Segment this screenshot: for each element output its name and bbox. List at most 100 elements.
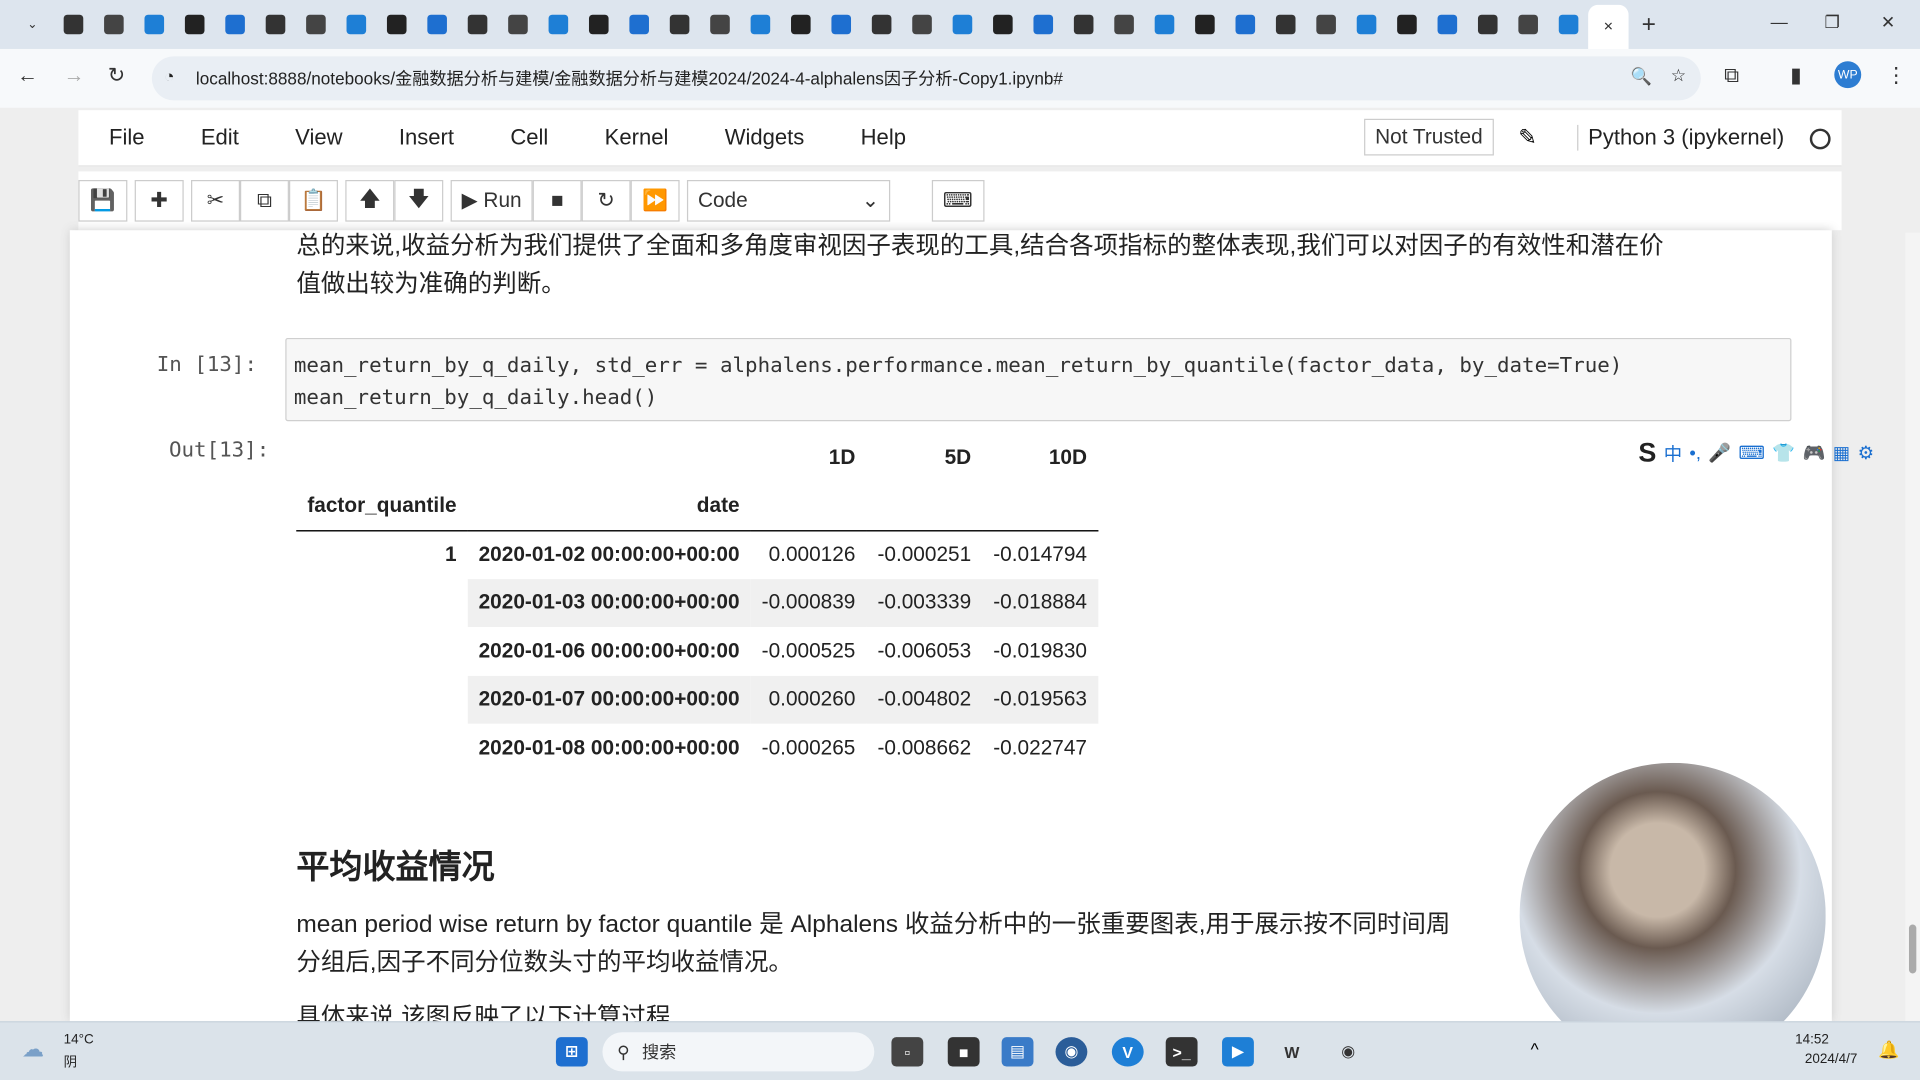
copilot-tab-icon[interactable] [53,6,93,43]
cell-type-select[interactable]: Code ⌄ [686,180,891,222]
more-menu-icon[interactable]: ⋮ [1886,64,1907,88]
code-cell-input[interactable]: mean_return_by_q_daily, std_err = alphal… [285,337,1792,422]
not-trusted-button[interactable]: Not Trusted [1364,118,1494,156]
github-tab-icon[interactable] [982,6,1022,43]
window-minimize-button[interactable]: — [1771,12,1788,32]
chevron-down-tab-icon[interactable]: ⌄ [12,6,52,43]
save-button[interactable]: 💾 [78,180,128,222]
jupyter-active-tab-icon[interactable]: ✕ [1588,4,1629,49]
back-icon[interactable]: ← [17,64,38,88]
clock-date[interactable]: 2024/4/7 [1805,1052,1857,1067]
app-icon[interactable]: ■ [947,1037,980,1067]
edge-tab-icon[interactable] [1144,6,1184,43]
github-tab-icon[interactable] [1022,6,1062,43]
media-player-icon[interactable]: ▶ [1222,1037,1254,1067]
openai-tab-icon[interactable] [133,6,173,43]
book-tab-icon[interactable] [942,6,982,43]
page-scrollbar[interactable] [1905,232,1920,1022]
zhihu-tab-icon[interactable] [1184,6,1224,43]
paste-button[interactable]: 📋 [288,180,338,222]
c-tab-icon[interactable] [1063,6,1103,43]
loading-tab-icon[interactable] [1467,6,1507,43]
doc-tab-icon[interactable] [861,6,901,43]
run-button[interactable]: ▶ Run [450,180,533,222]
sidebar-icon[interactable]: ▮ [1790,64,1801,88]
bilibili-tab-icon[interactable] [416,6,456,43]
kernel-name[interactable]: Python 3 (ipykernel) [1577,124,1784,151]
menu-insert[interactable]: Insert [371,125,482,151]
url-input[interactable]: ◔ localhost:8888/notebooks/金融数据分析与建模/金融数… [151,56,1701,101]
zhihu-tab-icon[interactable] [1265,6,1305,43]
menu-widgets[interactable]: Widgets [697,125,833,151]
profile-avatar[interactable]: WP [1834,61,1862,89]
edge-tab-icon[interactable] [1386,6,1426,43]
notification-bell-icon[interactable]: 🔔 [1878,1040,1899,1061]
chrome-icon[interactable]: ◉ [1055,1037,1088,1067]
github-tab-icon[interactable] [214,6,254,43]
move-down-button[interactable]: 🡇 [394,180,444,222]
c-tab-icon[interactable] [1103,6,1143,43]
taskbar-search[interactable]: ⚲ 搜索 [602,1032,875,1072]
wps-icon[interactable]: W [1276,1037,1308,1066]
ime-tool-icon[interactable]: ▦ [1833,442,1850,464]
note-tab-icon[interactable] [1548,6,1588,43]
a-tab-icon[interactable] [376,6,416,43]
menu-file[interactable]: File [81,125,173,151]
zhihu-tab-icon[interactable] [1224,6,1264,43]
site-info-icon[interactable]: ◔ [164,66,174,86]
google-tab-icon[interactable] [780,6,820,43]
recorder-icon[interactable]: ◉ [1332,1037,1364,1066]
new-tab-button[interactable]: + [1629,6,1669,43]
ime-tool-icon[interactable]: 👕 [1772,442,1795,464]
flower-tab-icon[interactable] [740,6,780,43]
cut-button[interactable]: ✂ [191,180,241,222]
restart-button[interactable]: ↻ [581,180,631,222]
markdown-cell-summary[interactable]: 总的来说,收益分析为我们提供了全面和多角度审视因子表现的工具,结合各项指标的整体… [296,228,1663,304]
scrollbar-thumb[interactable] [1908,924,1917,974]
translate-tab-icon[interactable] [901,6,941,43]
menu-view[interactable]: View [267,125,371,151]
start-windows-icon[interactable]: ⊞ [555,1037,588,1067]
github-tab-icon[interactable] [1305,6,1345,43]
tray-chevron-up-icon[interactable]: ^ [1531,1040,1539,1060]
note-tab-icon[interactable] [1507,6,1547,43]
restart-run-all-button[interactable]: ⏩ [630,180,680,222]
clock-time[interactable]: 14:52 [1795,1032,1829,1047]
ime-tool-icon[interactable]: •, [1689,443,1701,464]
edit-pencil-icon[interactable]: ✎ [1518,125,1536,151]
command-palette-button[interactable]: ⌨ [931,180,984,222]
task-view-icon[interactable]: ▫ [891,1037,924,1067]
window-restore-button[interactable]: ❐ [1824,12,1839,33]
ime-tool-icon[interactable]: 中 [1664,440,1682,466]
bot-tab-icon[interactable] [93,6,133,43]
ime-tool-icon[interactable]: ⌨ [1739,442,1766,464]
cloud-tab-icon[interactable] [618,6,658,43]
menu-kernel[interactable]: Kernel [576,125,696,151]
vpn-app-icon[interactable]: V [1111,1037,1144,1067]
book-tab-icon[interactable] [699,6,739,43]
chrome-tab-icon[interactable] [820,6,860,43]
reload-icon[interactable]: ↻ [108,64,125,88]
copy-button[interactable]: ⧉ [240,180,289,222]
menu-help[interactable]: Help [832,125,934,151]
menu-edit[interactable]: Edit [173,125,267,151]
note-tab-icon[interactable] [497,6,537,43]
window-close-button[interactable]: ✕ [1881,12,1895,33]
cloud-tab-icon[interactable] [578,6,618,43]
insert-cell-button[interactable]: ✚ [134,180,184,222]
github-tab-icon[interactable] [295,6,335,43]
github-tab-icon[interactable] [1346,6,1386,43]
extensions-icon[interactable]: ⧉ [1724,64,1739,88]
ime-tool-icon[interactable]: ⚙ [1858,442,1874,464]
interrupt-button[interactable]: ■ [532,180,582,222]
markdown-cell-description[interactable]: mean period wise return by factor quanti… [296,906,1450,1037]
menu-cell[interactable]: Cell [482,125,576,151]
github-tab-icon[interactable] [1427,6,1467,43]
o-tab-icon[interactable] [336,6,376,43]
file-explorer-icon[interactable]: ▤ [1001,1037,1034,1067]
k-tab-icon[interactable] [659,6,699,43]
ime-tool-icon[interactable]: 🎤 [1708,442,1731,464]
csdn-tab-icon[interactable] [457,6,497,43]
c-tab-icon[interactable] [255,6,295,43]
zhihu-tab-icon[interactable] [174,6,214,43]
